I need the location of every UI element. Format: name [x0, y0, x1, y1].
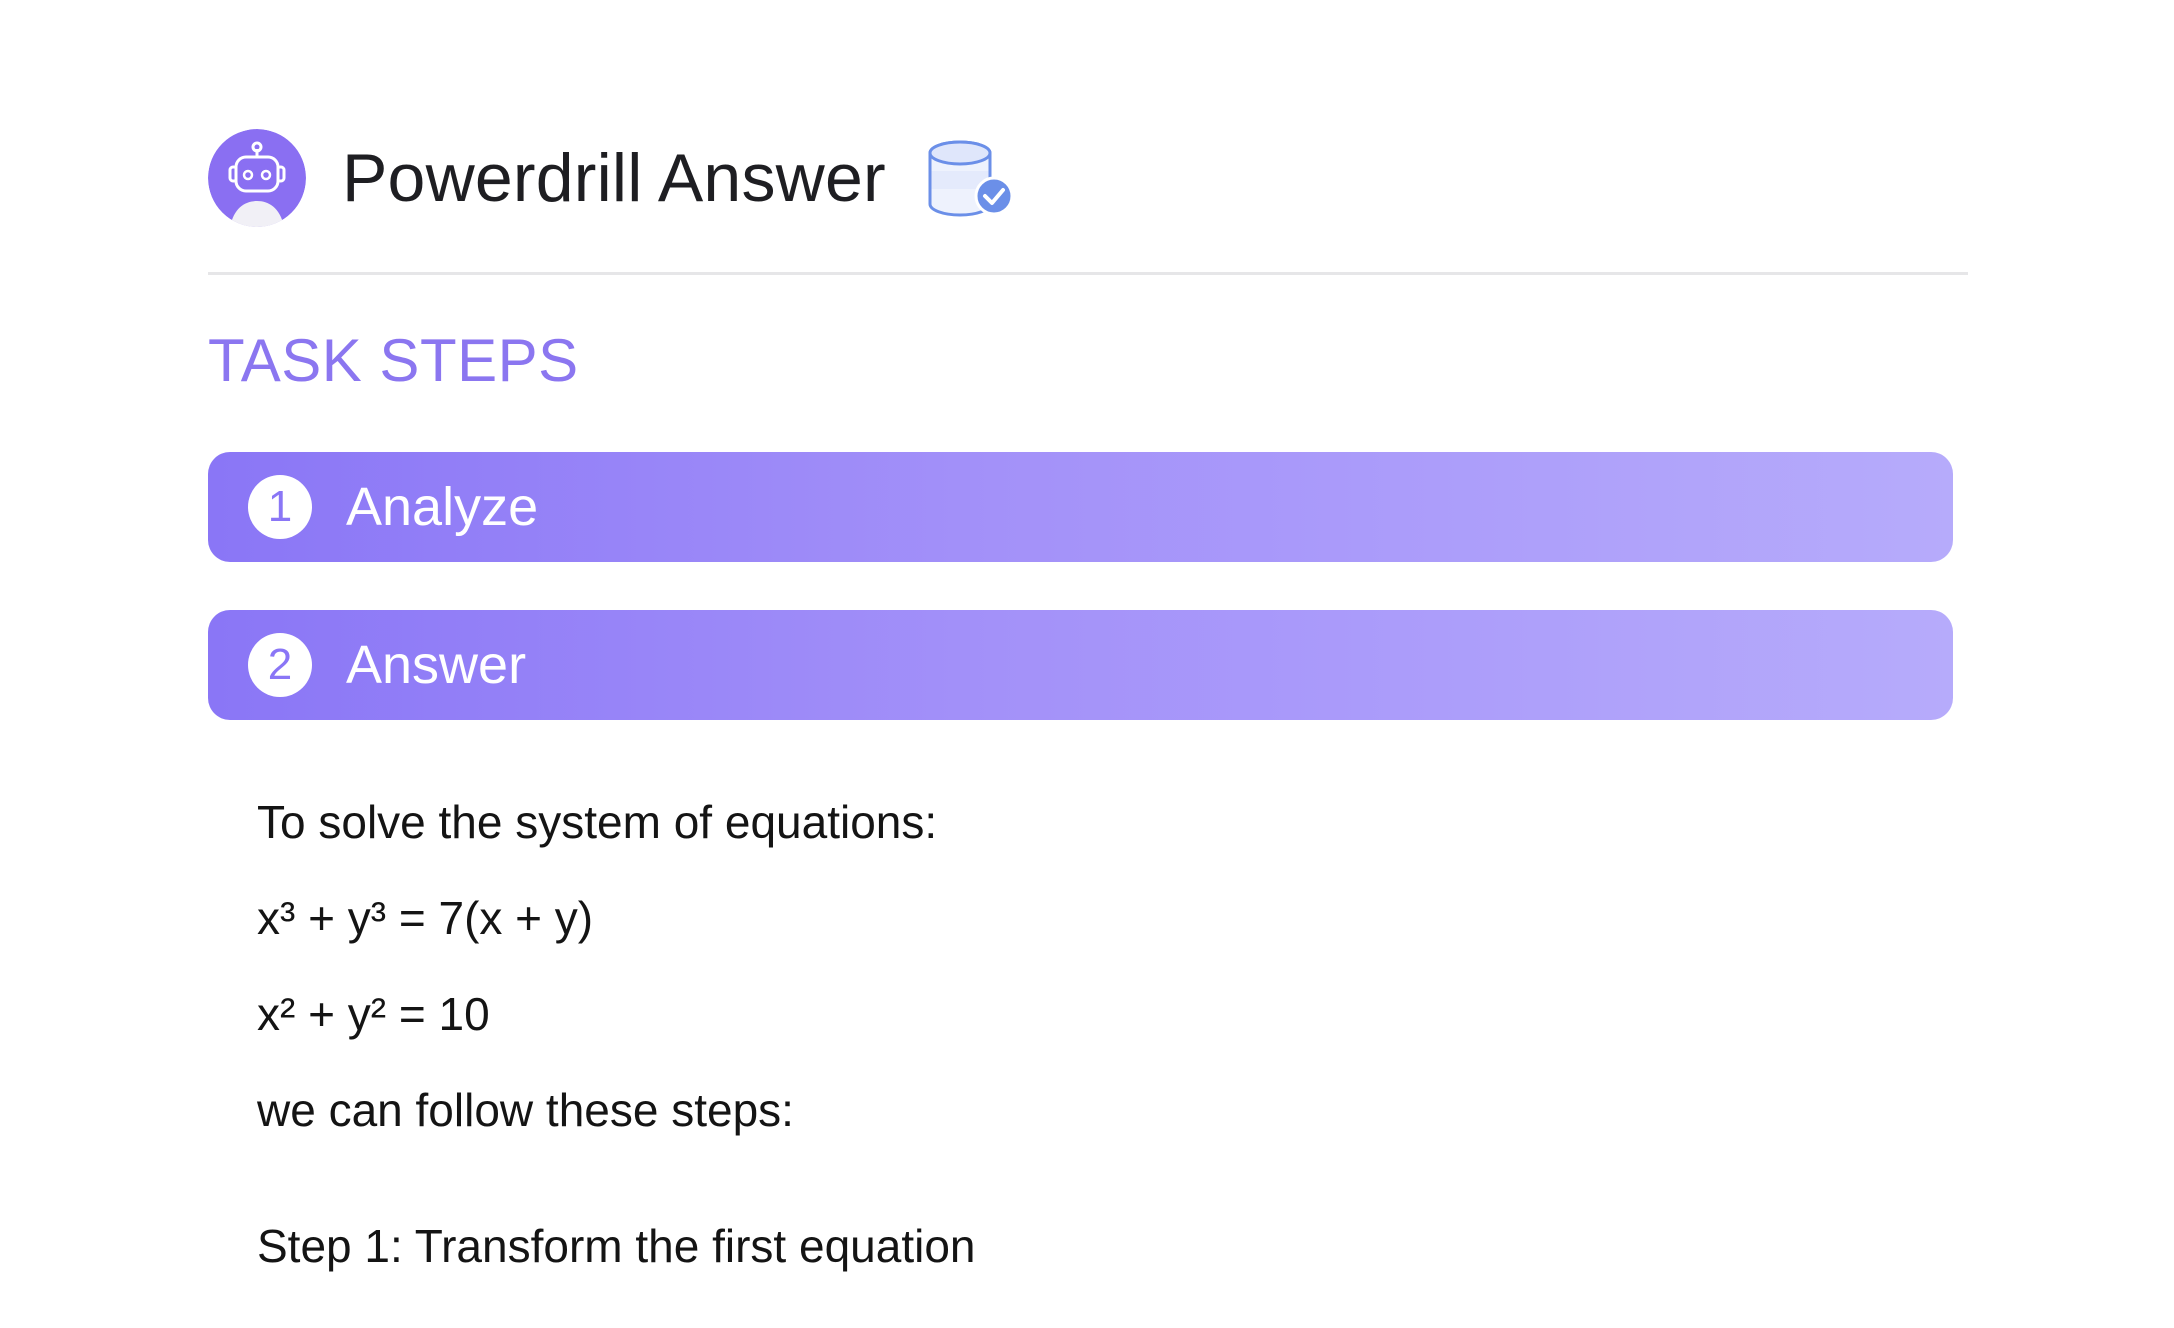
- equation-1: x³ + y³ = 7(x + y): [257, 892, 594, 944]
- task-step-answer[interactable]: 2 Answer: [208, 610, 1953, 720]
- answer-transition: we can follow these steps:: [257, 1084, 794, 1136]
- answer-intro: To solve the system of equations:: [257, 796, 938, 848]
- answer-content: To solve the system of equations: x³ + y…: [257, 790, 1957, 1310]
- step-heading: Step 1: Transform the first equation: [257, 1220, 976, 1272]
- step-label: Answer: [346, 635, 527, 695]
- answer-header: Powerdrill Answer: [208, 128, 1016, 228]
- answer-page: Powerdrill Answer TASK STEPS 1 Analyze 2…: [0, 0, 2174, 1328]
- database-check-icon: [926, 138, 1016, 218]
- app-title: Powerdrill Answer: [342, 140, 886, 216]
- step-number-badge: 2: [248, 633, 312, 697]
- task-step-analyze[interactable]: 1 Analyze: [208, 452, 1953, 562]
- step-label: Analyze: [346, 477, 539, 537]
- header-divider: [208, 272, 1968, 275]
- step-number-badge: 1: [248, 475, 312, 539]
- equation-2: x² + y² = 10: [257, 988, 490, 1040]
- task-steps-heading: TASK STEPS: [208, 327, 579, 394]
- robot-avatar-icon: [208, 129, 306, 227]
